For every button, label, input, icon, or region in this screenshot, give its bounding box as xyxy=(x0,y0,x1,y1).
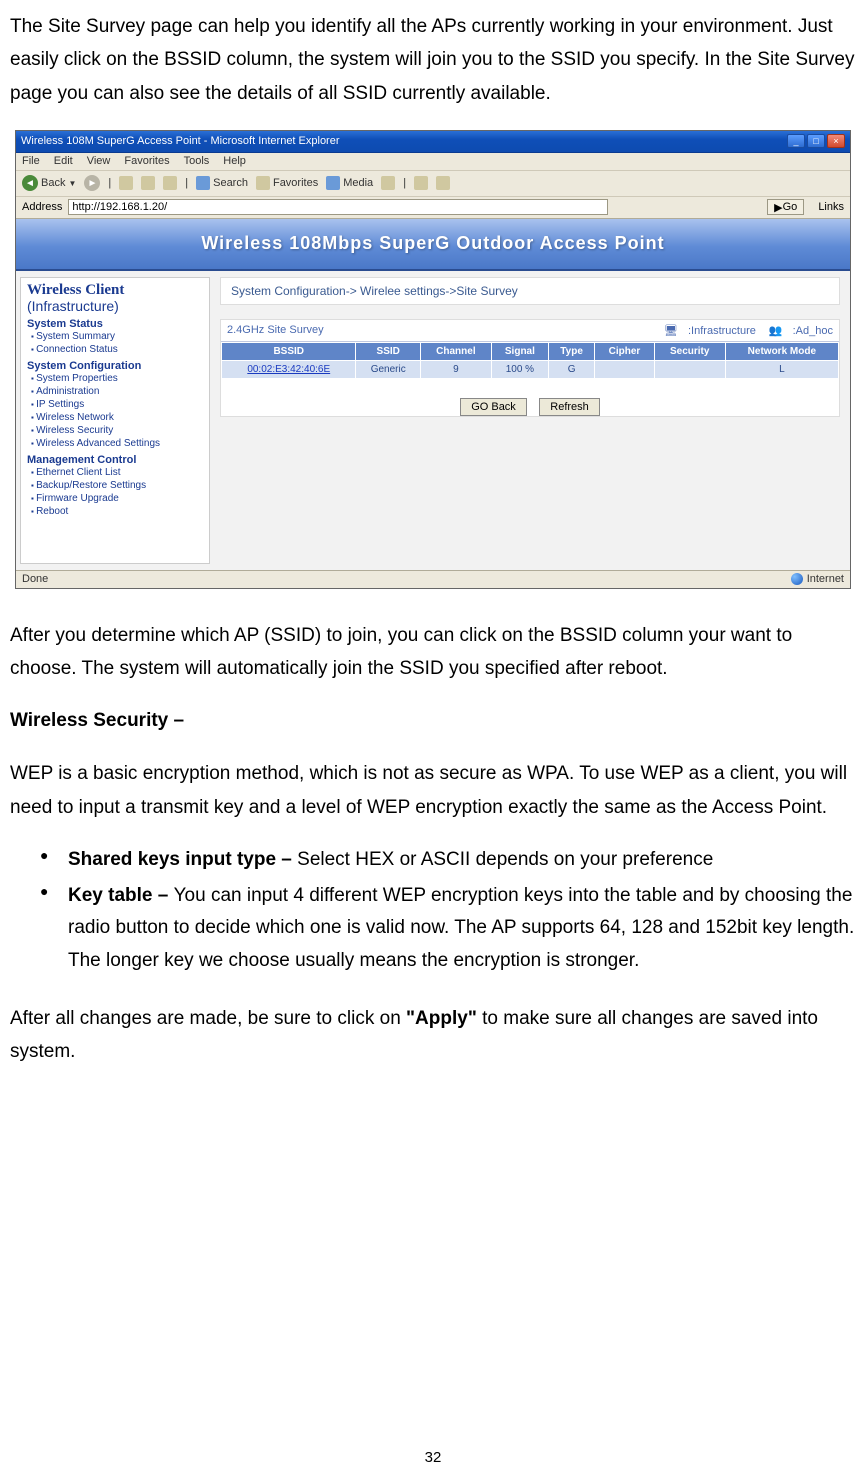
col-network-mode: Network Mode xyxy=(725,342,838,360)
nav-system-properties[interactable]: System Properties xyxy=(31,372,203,385)
menu-tools[interactable]: Tools xyxy=(184,155,210,167)
section-management: Management Control xyxy=(27,454,203,466)
breadcrumb: System Configuration-> Wirelee settings-… xyxy=(220,277,840,305)
bullet-key-table: Key table – You can input 4 different WE… xyxy=(40,880,856,977)
page-banner: Wireless 108Mbps SuperG Outdoor Access P… xyxy=(16,219,850,271)
star-icon xyxy=(256,176,270,190)
intro-paragraph: The Site Survey page can help you identi… xyxy=(10,10,856,110)
sidebar-title: Wireless Client xyxy=(27,282,203,299)
col-cipher: Cipher xyxy=(595,342,655,360)
bssid-link[interactable]: 00:02:E3:42:40:6E xyxy=(222,360,356,378)
apply-paragraph: After all changes are made, be sure to c… xyxy=(10,1002,856,1069)
media-icon xyxy=(326,176,340,190)
site-survey-table: BSSID SSID Channel Signal Type Cipher Se… xyxy=(221,342,839,379)
media-button[interactable]: Media xyxy=(326,176,373,190)
status-bar: Done Internet xyxy=(16,570,850,588)
menu-edit[interactable]: Edit xyxy=(54,155,73,167)
history-icon[interactable] xyxy=(381,176,395,190)
mail-icon[interactable] xyxy=(414,176,428,190)
search-icon xyxy=(196,176,210,190)
nav-ethernet-client[interactable]: Ethernet Client List xyxy=(31,466,203,479)
status-internet: Internet xyxy=(807,573,844,585)
cell-security xyxy=(654,360,725,378)
nav-wireless-advanced[interactable]: Wireless Advanced Settings xyxy=(31,437,203,450)
table-row: 00:02:E3:42:40:6E Generic 9 100 % G L xyxy=(222,360,839,378)
nav-reboot[interactable]: Reboot xyxy=(31,505,203,518)
window-title: Wireless 108M SuperG Access Point - Micr… xyxy=(21,135,340,147)
wep-paragraph: WEP is a basic encryption method, which … xyxy=(10,757,856,824)
section-system-status: System Status xyxy=(27,318,203,330)
ie-screenshot: Wireless 108M SuperG Access Point - Micr… xyxy=(15,130,851,589)
dropdown-icon: ▼ xyxy=(68,179,76,188)
address-bar: Address ▶ Go Links xyxy=(16,197,850,219)
go-back-button[interactable]: GO Back xyxy=(460,398,527,416)
back-button[interactable]: ◄ Back ▼ xyxy=(22,175,76,191)
bullet-list: Shared keys input type – Select HEX or A… xyxy=(10,844,856,977)
stop-icon[interactable] xyxy=(119,176,133,190)
nav-wireless-network[interactable]: Wireless Network xyxy=(31,411,203,424)
wireless-security-heading: Wireless Security – xyxy=(10,710,856,732)
back-icon: ◄ xyxy=(22,175,38,191)
menu-bar: File Edit View Favorites Tools Help xyxy=(16,153,850,171)
legend: 🖥:Infrastructure 👥:Ad_hoc xyxy=(654,324,833,337)
address-label: Address xyxy=(22,201,62,213)
cell-type: G xyxy=(548,360,594,378)
print-icon[interactable] xyxy=(436,176,450,190)
nav-firmware-upgrade[interactable]: Firmware Upgrade xyxy=(31,492,203,505)
home-icon[interactable] xyxy=(163,176,177,190)
col-type: Type xyxy=(548,342,594,360)
cell-signal: 100 % xyxy=(491,360,548,378)
page-number: 32 xyxy=(0,1449,866,1466)
col-bssid: BSSID xyxy=(222,342,356,360)
cell-ssid: Generic xyxy=(356,360,420,378)
col-signal: Signal xyxy=(491,342,548,360)
forward-icon[interactable]: ► xyxy=(84,175,100,191)
internet-icon xyxy=(791,573,803,585)
section-system-config: System Configuration xyxy=(27,360,203,372)
sidebar-subtitle: (Infrastructure) xyxy=(27,298,203,314)
nav-connection-status[interactable]: Connection Status xyxy=(31,343,203,356)
col-channel: Channel xyxy=(420,342,491,360)
links-label[interactable]: Links xyxy=(818,201,844,213)
main-panel: System Configuration-> Wirelee settings-… xyxy=(210,271,850,570)
window-titlebar: Wireless 108M SuperG Access Point - Micr… xyxy=(16,131,850,153)
nav-system-summary[interactable]: System Summary xyxy=(31,330,203,343)
maximize-icon[interactable]: □ xyxy=(807,134,825,148)
cell-mode: L xyxy=(725,360,838,378)
after-paragraph: After you determine which AP (SSID) to j… xyxy=(10,619,856,686)
nav-administration[interactable]: Administration xyxy=(31,385,203,398)
address-input[interactable] xyxy=(68,199,608,215)
cell-cipher xyxy=(595,360,655,378)
menu-file[interactable]: File xyxy=(22,155,40,167)
close-icon[interactable]: × xyxy=(827,134,845,148)
refresh-icon[interactable] xyxy=(141,176,155,190)
search-button[interactable]: Search xyxy=(196,176,248,190)
menu-help[interactable]: Help xyxy=(223,155,246,167)
go-button[interactable]: ▶ Go xyxy=(767,199,804,215)
nav-backup-restore[interactable]: Backup/Restore Settings xyxy=(31,479,203,492)
minimize-icon[interactable]: _ xyxy=(787,134,805,148)
cell-channel: 9 xyxy=(420,360,491,378)
col-security: Security xyxy=(654,342,725,360)
nav-ip-settings[interactable]: IP Settings xyxy=(31,398,203,411)
col-ssid: SSID xyxy=(356,342,420,360)
nav-sidebar: Wireless Client (Infrastructure) System … xyxy=(20,277,210,564)
bullet-shared-keys: Shared keys input type – Select HEX or A… xyxy=(40,844,856,876)
status-done: Done xyxy=(22,573,48,585)
survey-title: 2.4GHz Site Survey xyxy=(227,324,324,337)
menu-favorites[interactable]: Favorites xyxy=(124,155,169,167)
favorites-button[interactable]: Favorites xyxy=(256,176,318,190)
browser-toolbar: ◄ Back ▼ ► | | Search Favorites Media | xyxy=(16,171,850,197)
menu-view[interactable]: View xyxy=(87,155,111,167)
nav-wireless-security[interactable]: Wireless Security xyxy=(31,424,203,437)
refresh-button[interactable]: Refresh xyxy=(539,398,600,416)
